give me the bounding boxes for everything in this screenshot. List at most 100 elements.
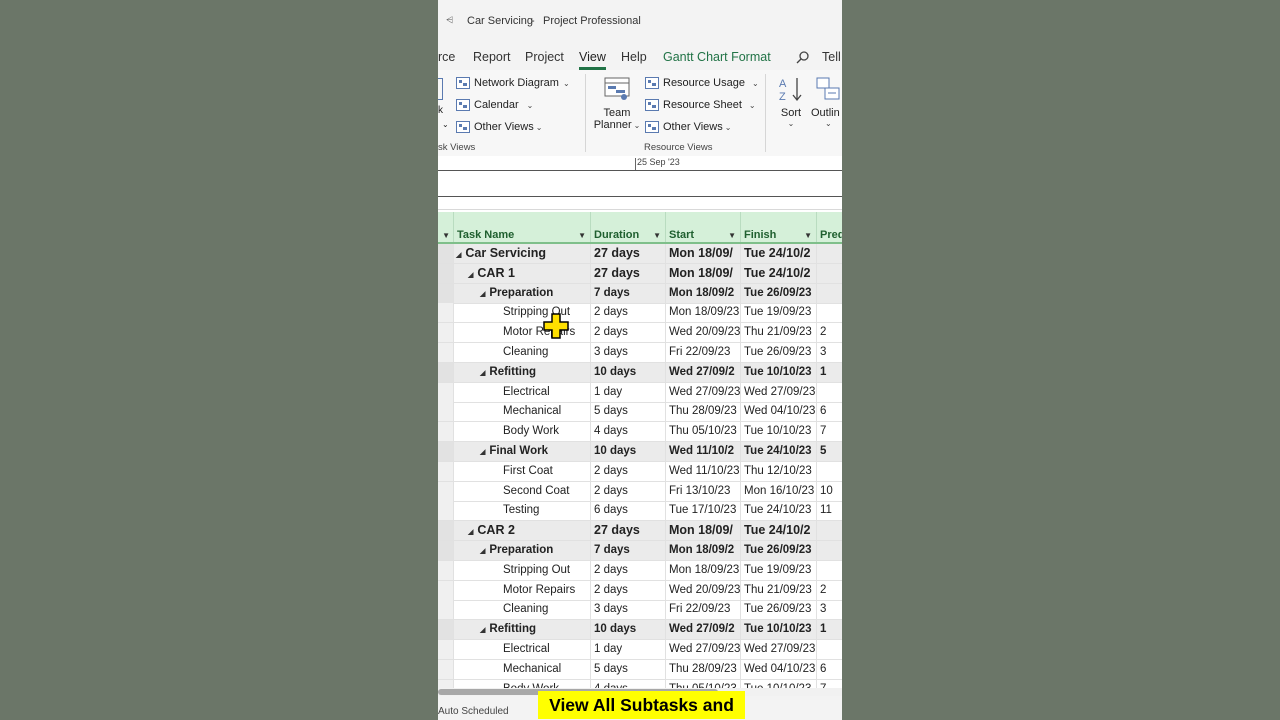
start-cell[interactable]: Mon 18/09/ bbox=[666, 263, 741, 283]
start-cell[interactable]: Mon 18/09/23 bbox=[666, 303, 741, 323]
row-selector[interactable] bbox=[438, 442, 454, 461]
duration-cell[interactable]: 10 days bbox=[591, 620, 666, 640]
row-selector[interactable] bbox=[438, 343, 454, 362]
start-cell[interactable]: Thu 05/10/23 bbox=[666, 679, 741, 688]
team-planner-button[interactable]: Team Planner ⌄ bbox=[592, 76, 642, 131]
duration-cell[interactable]: 2 days bbox=[591, 580, 666, 600]
row-selector[interactable] bbox=[438, 461, 454, 481]
predecessors-cell[interactable]: 3 bbox=[817, 600, 842, 619]
row-selector[interactable] bbox=[438, 640, 454, 659]
table-row[interactable]: First Coat 2 days Wed 11/10/23 Thu 12/10/23 bbox=[438, 461, 842, 482]
tab-gantt-chart-format[interactable]: Gantt Chart Format bbox=[663, 50, 771, 64]
table-row[interactable]: Testing 6 days Tue 17/10/23 Tue 24/10/23 11 bbox=[438, 501, 842, 522]
start-cell[interactable]: Wed 27/09/2 bbox=[666, 362, 741, 382]
task-name-cell[interactable]: Stripping Out bbox=[454, 303, 591, 323]
finish-cell[interactable]: Tue 24/10/23 bbox=[741, 501, 817, 521]
collapse-icon[interactable]: ◢ bbox=[480, 542, 485, 560]
search-icon[interactable] bbox=[796, 50, 810, 64]
collapse-icon[interactable]: ◢ bbox=[480, 621, 485, 639]
start-cell[interactable]: Fri 22/09/23 bbox=[666, 343, 741, 362]
collapse-icon[interactable]: ◢ bbox=[480, 364, 485, 382]
duration-cell[interactable]: 7 days bbox=[591, 541, 666, 560]
row-selector[interactable] bbox=[438, 362, 454, 382]
duration-cell[interactable]: 10 days bbox=[591, 362, 666, 382]
chevron-down-icon[interactable]: ⌄ bbox=[442, 120, 449, 129]
table-row[interactable]: Stripping Out 2 days Mon 18/09/23 Tue 19/09… bbox=[438, 303, 842, 324]
finish-cell[interactable]: Tue 26/09/23 bbox=[741, 283, 817, 303]
table-row[interactable]: ◢ Final Work 10 days Wed 11/10/2 Tue 24/10/2… bbox=[438, 442, 842, 462]
predecessors-cell[interactable] bbox=[817, 303, 842, 322]
row-selector[interactable] bbox=[438, 560, 454, 580]
scheduling-mode-label[interactable]: Auto Scheduled bbox=[438, 706, 509, 717]
task-name-cell[interactable]: ◢ Refitting bbox=[454, 362, 591, 382]
finish-cell[interactable]: Tue 24/10/2 bbox=[741, 263, 817, 283]
column-header-predecessors[interactable]: Pred bbox=[817, 212, 842, 242]
duration-cell[interactable]: 5 days bbox=[591, 402, 666, 422]
table-row[interactable]: ◢ Refitting 10 days Wed 27/09/2 Tue 10/10/23… bbox=[438, 620, 842, 641]
predecessors-cell[interactable] bbox=[817, 561, 842, 580]
duration-cell[interactable]: 3 days bbox=[591, 343, 666, 362]
finish-cell[interactable]: Wed 04/10/23 bbox=[741, 402, 817, 422]
predecessors-cell[interactable] bbox=[817, 383, 842, 402]
column-header-task-name[interactable]: Task Name ▼ bbox=[454, 212, 591, 242]
predecessors-cell[interactable] bbox=[817, 264, 842, 283]
collapse-icon[interactable]: ◢ bbox=[456, 246, 461, 263]
start-cell[interactable]: Wed 27/09/23 bbox=[666, 382, 741, 402]
finish-cell[interactable]: Wed 04/10/23 bbox=[741, 659, 817, 679]
predecessors-cell[interactable]: 7 bbox=[817, 422, 842, 441]
tab-help[interactable]: Help bbox=[621, 50, 647, 64]
predecessors-cell[interactable]: 2 bbox=[817, 323, 842, 342]
tab-view[interactable]: View bbox=[579, 50, 606, 70]
resource-other-views-button[interactable]: Other Views ⌄ bbox=[645, 118, 731, 136]
row-selector[interactable] bbox=[438, 283, 454, 303]
duration-cell[interactable]: 3 days bbox=[591, 600, 666, 620]
resource-sheet-button[interactable]: Resource Sheet ⌄ bbox=[645, 96, 756, 114]
row-selector[interactable] bbox=[438, 521, 454, 541]
predecessors-cell[interactable] bbox=[817, 462, 842, 481]
table-row[interactable]: Electrical 1 day Wed 27/09/23 Wed 27/09/23 bbox=[438, 382, 842, 403]
start-cell[interactable]: Wed 27/09/2 bbox=[666, 620, 741, 640]
finish-cell[interactable]: Tue 26/09/23 bbox=[741, 541, 817, 560]
table-row[interactable]: ◢ Refitting 10 days Wed 27/09/2 Tue 10/10/23… bbox=[438, 362, 842, 383]
start-cell[interactable]: Wed 11/10/2 bbox=[666, 442, 741, 461]
task-name-cell[interactable]: ◢ Final Work bbox=[454, 442, 591, 461]
row-selector[interactable] bbox=[438, 382, 454, 402]
row-selector[interactable] bbox=[438, 659, 454, 679]
timeline[interactable]: 25 Sep '23 bbox=[438, 156, 842, 212]
finish-cell[interactable]: Thu 21/09/23 bbox=[741, 580, 817, 600]
task-name-cell[interactable]: ◢ Preparation bbox=[454, 541, 591, 560]
finish-cell[interactable]: Thu 21/09/23 bbox=[741, 323, 817, 343]
finish-cell[interactable]: Tue 19/09/23 bbox=[741, 303, 817, 323]
predecessors-cell[interactable] bbox=[817, 284, 842, 303]
table-row[interactable]: ◢ Car Servicing 27 days Mon 18/09/Tue 24/10… bbox=[438, 244, 842, 264]
start-cell[interactable]: Wed 20/09/23 bbox=[666, 580, 741, 600]
tab-resource[interactable]: rce bbox=[438, 50, 455, 64]
start-cell[interactable]: Tue 17/10/23 bbox=[666, 501, 741, 521]
task-name-cell[interactable]: ◢ Refitting bbox=[454, 620, 591, 640]
finish-cell[interactable]: Tue 10/10/23 bbox=[741, 362, 817, 382]
tell-me-label[interactable]: Tell bbox=[822, 50, 841, 64]
predecessors-cell[interactable]: 3 bbox=[817, 343, 842, 362]
table-row[interactable]: Motor Repairs 2 days Wed 20/09/23 Thu 21/09… bbox=[438, 323, 842, 344]
task-name-cell[interactable]: ◢ Preparation bbox=[454, 283, 591, 303]
task-name-cell[interactable]: Body Work bbox=[454, 679, 591, 688]
table-row[interactable]: Body Work4 daysThu 05/10/23Tue 10/10/237 bbox=[438, 679, 842, 688]
start-cell[interactable]: Fri 22/09/23 bbox=[666, 600, 741, 620]
calendar-button[interactable]: Calendar ⌄ bbox=[456, 96, 533, 114]
column-header-finish[interactable]: Finish ▼ bbox=[741, 212, 817, 242]
sort-button[interactable]: A Z Sort ⌄ bbox=[776, 76, 806, 128]
table-row[interactable]: ◢ CAR 2 27 days Mon 18/09/Tue 24/10/2 bbox=[438, 521, 842, 542]
table-row[interactable]: Mechanical 5 days Thu 28/09/23 Wed 04/10/23… bbox=[438, 402, 842, 423]
collapse-icon[interactable]: ◢ bbox=[480, 443, 485, 461]
task-name-cell[interactable]: Mechanical bbox=[454, 402, 591, 422]
task-name-cell[interactable]: Motor Repairs bbox=[454, 323, 591, 343]
finish-cell[interactable]: Tue 24/10/2 bbox=[741, 244, 817, 263]
row-selector[interactable] bbox=[438, 541, 454, 560]
start-cell[interactable]: Mon 18/09/23 bbox=[666, 560, 741, 580]
row-selector[interactable] bbox=[438, 263, 454, 283]
predecessors-cell[interactable]: 10 bbox=[817, 482, 842, 501]
task-name-cell[interactable]: Cleaning bbox=[454, 343, 591, 362]
start-cell[interactable]: Wed 20/09/23 bbox=[666, 323, 741, 343]
network-diagram-button[interactable]: Network Diagram ⌄ bbox=[456, 74, 570, 92]
duration-cell[interactable]: 4 days bbox=[591, 679, 666, 688]
